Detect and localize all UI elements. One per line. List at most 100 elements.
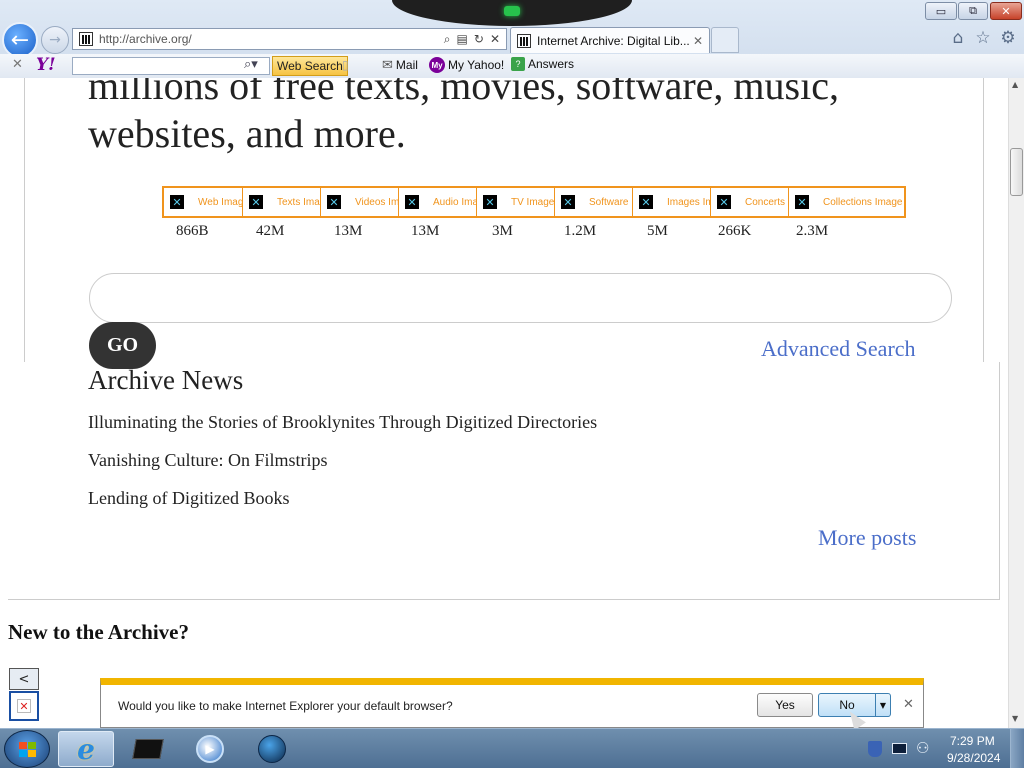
media-count-web: 866B	[176, 223, 209, 239]
broken-image-icon: ✕	[483, 195, 497, 209]
media-alt-text: Concerts Image	[745, 196, 788, 208]
forward-button[interactable]: →	[41, 26, 69, 54]
clock-date[interactable]: 9/28/2024	[947, 751, 1000, 765]
archive-favicon-icon	[517, 33, 531, 48]
media-link-collections[interactable]: ✕ Collections Image	[789, 188, 904, 216]
back-button[interactable]: ←	[2, 22, 38, 58]
media-alt-text: TV Image	[511, 196, 555, 208]
notification-message: Would you like to make Internet Explorer…	[118, 699, 453, 713]
close-icon[interactable]: ✕	[903, 697, 914, 712]
chevron-down-icon[interactable]: ▼	[875, 693, 891, 717]
refresh-icon[interactable]: ↻	[474, 32, 484, 47]
home-icon[interactable]: ⌂	[948, 28, 968, 48]
media-alt-text: Collections Image	[823, 196, 903, 208]
media-link-concerts[interactable]: ✕ Concerts Image	[711, 188, 789, 216]
search-icon[interactable]: ⌕▾	[244, 57, 258, 72]
close-toolbar-icon[interactable]: ✕	[12, 57, 23, 72]
stop-icon[interactable]: ✕	[490, 32, 500, 47]
media-count-software: 1.2M	[564, 223, 597, 239]
gear-icon[interactable]: ⚙	[998, 28, 1018, 48]
media-count-collections: 2.3M	[796, 223, 829, 239]
restore-button[interactable]: ⧉	[958, 2, 988, 20]
media-count-images: 5M	[647, 223, 668, 239]
broken-image-icon: ✕	[405, 195, 419, 209]
taskbar-internet-explorer[interactable]: e	[58, 731, 114, 767]
answers-link[interactable]: ? Answers	[511, 57, 574, 71]
taskbar-app[interactable]	[120, 731, 176, 767]
windows-logo-icon	[18, 741, 36, 757]
media-link-tv[interactable]: ✕ TV Image	[477, 188, 555, 216]
scrollbar-thumb[interactable]	[1010, 148, 1023, 196]
mail-icon: ✉	[382, 57, 393, 72]
clock-time[interactable]: 7:29 PM	[950, 734, 995, 748]
answers-label: Answers	[528, 57, 575, 71]
media-link-images[interactable]: ✕ Images Image	[633, 188, 711, 216]
carousel-prev-button[interactable]: <	[9, 668, 39, 690]
favorites-star-icon[interactable]: ☆	[973, 28, 993, 48]
address-url[interactable]: http://archive.org/	[99, 32, 444, 46]
page-viewport: millions of free texts, movies, software…	[0, 78, 1008, 728]
broken-image-icon: ✕	[639, 195, 653, 209]
media-alt-text: Software Image	[589, 196, 632, 208]
broken-image-icon: ✕	[170, 195, 184, 209]
media-count-tv: 3M	[492, 223, 513, 239]
page-tagline: millions of free texts, movies, software…	[88, 78, 928, 158]
tab-title: Internet Archive: Digital Lib...	[537, 33, 689, 48]
vertical-scrollbar[interactable]: ▲ ▼	[1008, 78, 1024, 728]
answers-icon: ?	[511, 57, 525, 71]
broken-image-icon: ✕	[561, 195, 575, 209]
yahoo-logo[interactable]: Y!	[36, 55, 56, 75]
news-title: Archive News	[88, 365, 244, 395]
yes-button[interactable]: Yes	[757, 693, 813, 717]
advanced-search-link[interactable]: Advanced Search	[761, 336, 916, 362]
news-link[interactable]: Vanishing Culture: On Filmstrips	[88, 450, 328, 471]
black-window-icon	[132, 739, 164, 759]
media-link-web[interactable]: ✕ Web Image	[164, 188, 243, 216]
broken-image-icon: ✕	[17, 699, 31, 713]
media-link-software[interactable]: ✕ Software Image	[555, 188, 633, 216]
close-window-button[interactable]: ✕	[990, 2, 1022, 20]
taskbar-globe-app[interactable]	[244, 731, 300, 767]
display-icon[interactable]	[892, 743, 907, 754]
taskbar-media-player[interactable]: ▶	[182, 731, 238, 767]
internet-explorer-icon: e	[77, 732, 95, 766]
media-count-texts: 42M	[256, 223, 285, 239]
bookmark-icon[interactable]: ▯	[342, 58, 349, 72]
media-count-videos: 13M	[334, 223, 363, 239]
media-alt-text: Images Image	[667, 196, 710, 208]
network-icon[interactable]: ⚇	[916, 739, 929, 757]
arrow-left-icon: ←	[10, 27, 30, 53]
more-posts-link[interactable]: More posts	[818, 525, 916, 551]
address-bar[interactable]: http://archive.org/ ⌕ ▤ ↻ ✕	[72, 28, 507, 50]
tagline-line-2: websites, and more.	[88, 111, 406, 156]
scroll-down-icon[interactable]: ▼	[1012, 714, 1018, 723]
compatibility-view-icon[interactable]: ▤	[457, 32, 468, 47]
news-link[interactable]: Lending of Digitized Books	[88, 488, 289, 509]
scroll-up-icon[interactable]: ▲	[1012, 80, 1018, 89]
my-yahoo-link[interactable]: My My Yahoo!	[429, 57, 504, 73]
media-link-audio[interactable]: ✕ Audio Image	[399, 188, 477, 216]
tab-internet-archive[interactable]: Internet Archive: Digital Lib... ✕	[510, 27, 710, 53]
search-input[interactable]	[89, 273, 952, 323]
status-light-icon	[504, 6, 520, 16]
browser-chrome: ▭ ⧉ ✕ ← → http://archive.org/ ⌕ ▤ ↻ ✕ In…	[0, 0, 1024, 78]
new-tab-button[interactable]	[711, 27, 739, 53]
yahoo-search-input[interactable]	[72, 57, 270, 75]
news-link[interactable]: Illuminating the Stories of Brooklynites…	[88, 412, 597, 433]
mail-link[interactable]: ✉ Mail	[382, 57, 418, 73]
close-tab-icon[interactable]: ✕	[693, 34, 703, 48]
search-icon[interactable]: ⌕	[444, 32, 451, 47]
show-desktop-button[interactable]	[1010, 729, 1024, 768]
minimize-button[interactable]: ▭	[925, 2, 957, 20]
carousel-image[interactable]: ✕	[9, 691, 39, 721]
media-link-videos[interactable]: ✕ Videos Image	[321, 188, 399, 216]
default-browser-notification: Would you like to make Internet Explorer…	[100, 678, 924, 728]
my-yahoo-icon: My	[429, 57, 445, 73]
broken-image-icon: ✕	[795, 195, 809, 209]
web-search-button[interactable]: Web Search	[272, 56, 348, 76]
action-center-flag-icon[interactable]	[868, 741, 882, 757]
media-link-texts[interactable]: ✕ Texts Image	[243, 188, 321, 216]
start-button[interactable]	[4, 730, 50, 768]
media-alt-text: Audio Image	[433, 196, 476, 208]
media-type-row: ✕ Web Image ✕ Texts Image ✕ Videos Image…	[162, 186, 906, 218]
